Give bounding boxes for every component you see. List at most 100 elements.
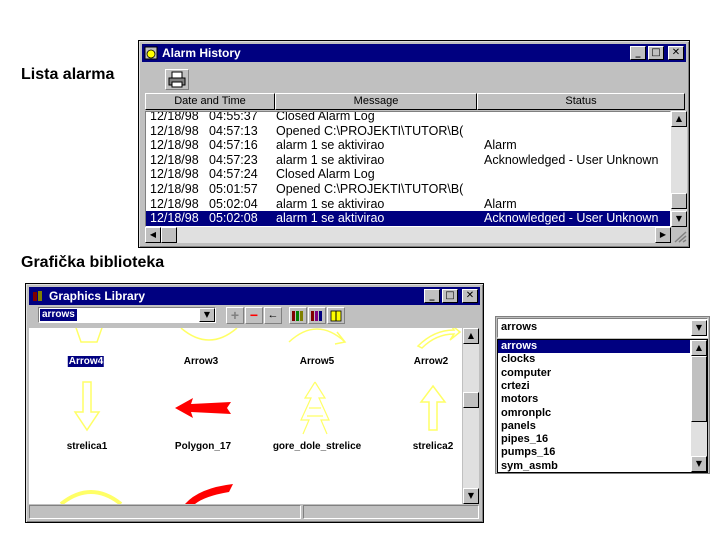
status-pane-left — [29, 505, 301, 519]
alarm-time: 04:57:24 — [209, 167, 258, 182]
scroll-down-button[interactable]: ▼ — [691, 456, 707, 472]
graphic-label-polygon17[interactable]: Polygon_17 — [175, 441, 231, 452]
graphics-library-window: Graphics Library _ □ ✕ arrows ▼ + − ← Ar… — [25, 283, 484, 523]
open-book-button[interactable] — [327, 307, 345, 324]
back-button[interactable]: ← — [264, 307, 282, 324]
arrow3-graphic[interactable] — [179, 328, 239, 348]
alarm-horizontal-scrollbar[interactable]: ◀ ▶ — [145, 227, 671, 243]
category-dropdown[interactable]: arrows ▼ — [38, 307, 216, 323]
alarm-status: Alarm — [484, 196, 517, 211]
list-item[interactable]: arrows — [498, 340, 690, 354]
alarm-message: Closed Alarm Log — [276, 167, 375, 182]
alarm-date: 12/18/98 — [150, 138, 199, 153]
alarm-time: 04:55:37 — [209, 111, 258, 123]
caption-graphics-library: Grafička biblioteka — [21, 254, 165, 271]
graphic-label-arrow5[interactable]: Arrow5 — [300, 356, 334, 367]
chevron-down-icon[interactable]: ▼ — [199, 308, 215, 322]
combo-field[interactable]: arrows ▼ — [497, 318, 708, 338]
graphic-label-arrow2[interactable]: Arrow2 — [414, 356, 448, 367]
column-header-status[interactable]: Status — [477, 93, 685, 110]
combo-value: arrows — [501, 321, 538, 333]
alarm-row[interactable]: 12/18/98 05:01:57 Opened C:\PROJEKTI\TUT… — [146, 182, 670, 197]
scroll-thumb[interactable] — [463, 392, 479, 408]
scroll-left-button[interactable]: ◀ — [145, 227, 161, 243]
alarm-title-bar[interactable]: Alarm History _ □ ✕ — [142, 44, 686, 62]
list-item[interactable]: omronplc — [498, 407, 690, 420]
arrow2-graphic[interactable] — [414, 328, 462, 350]
arrow4-graphic[interactable] — [69, 328, 109, 346]
alarm-row[interactable]: 12/18/98 04:55:37 Closed Alarm Log — [146, 111, 670, 124]
status-pane-right — [303, 505, 479, 519]
scroll-up-button[interactable]: ▲ — [463, 328, 479, 344]
combo-list[interactable]: arrows clocks computer crtezi motors omr… — [497, 339, 708, 473]
list-item[interactable]: crtezi — [498, 380, 690, 393]
minimize-button[interactable]: _ — [424, 289, 440, 303]
alarm-vertical-scrollbar[interactable]: ▲ ▼ — [671, 111, 687, 227]
maximize-button[interactable]: □ — [442, 289, 458, 303]
alarm-row[interactable]: 12/18/98 04:57:16 alarm 1 se aktivirao A… — [146, 138, 670, 153]
polygon17-graphic[interactable] — [173, 398, 233, 418]
list-item[interactable]: pumps_16 — [498, 446, 690, 459]
list-item[interactable]: sym_asmb — [498, 460, 690, 472]
list-item[interactable]: panels — [498, 420, 690, 433]
books-icon — [311, 311, 322, 321]
list-item[interactable]: motors — [498, 393, 690, 406]
graphics-canvas[interactable]: Arrow4 Arrow3 Arrow5 Arrow2 strelica1 Po… — [29, 328, 462, 504]
gore-dole-strelice-graphic[interactable] — [295, 380, 335, 436]
alarm-row[interactable]: 12/18/98 04:57:24 Closed Alarm Log — [146, 167, 670, 182]
scroll-down-button[interactable]: ▼ — [671, 211, 687, 227]
alarm-message: Opened C:\PROJEKTI\TUTOR\B( — [276, 182, 464, 196]
column-header-date-time[interactable]: Date and Time — [145, 93, 275, 110]
arrow5-graphic[interactable] — [287, 328, 347, 348]
graphic-label-arrow3[interactable]: Arrow3 — [184, 356, 218, 367]
resize-grip-icon[interactable] — [671, 229, 687, 243]
category-combo-expanded[interactable]: arrows ▼ arrows clocks computer crtezi m… — [495, 316, 710, 474]
chevron-down-icon[interactable]: ▼ — [691, 320, 707, 336]
graphic-label-strelica2[interactable]: strelica2 — [413, 441, 454, 452]
alarm-time: 05:02:04 — [209, 196, 258, 211]
graphic-label-gore-dole-strelice[interactable]: gore_dole_strelice — [273, 441, 361, 452]
alarm-time: 05:02:08 — [209, 211, 258, 226]
add-button[interactable]: + — [226, 307, 244, 324]
list-item[interactable]: computer — [498, 367, 690, 380]
scroll-thumb[interactable] — [691, 356, 707, 422]
library-button-2[interactable] — [308, 307, 326, 324]
column-header-message[interactable]: Message — [275, 93, 477, 110]
list-item[interactable]: clocks — [498, 353, 690, 366]
printer-icon — [168, 71, 186, 88]
alarm-date: 12/18/98 — [150, 182, 199, 196]
close-button[interactable]: ✕ — [668, 46, 684, 60]
curved-arrow-graphic[interactable] — [59, 484, 123, 504]
category-dropdown-value: arrows — [40, 309, 77, 321]
scroll-thumb-horizontal[interactable] — [161, 227, 177, 243]
scroll-up-button[interactable]: ▲ — [691, 340, 707, 356]
alarm-message: alarm 1 se aktivirao — [276, 152, 385, 167]
list-item[interactable]: pipes_16 — [498, 433, 690, 446]
remove-button[interactable]: − — [245, 307, 263, 324]
scroll-up-button[interactable]: ▲ — [671, 111, 687, 127]
alarm-row-selected[interactable]: 12/18/98 05:02:08 alarm 1 se aktivirao A… — [146, 211, 670, 226]
alarm-row[interactable]: 12/18/98 04:57:23 alarm 1 se aktivirao A… — [146, 152, 670, 168]
scroll-right-button[interactable]: ▶ — [655, 227, 671, 243]
combo-list-scrollbar[interactable]: ▲ ▼ — [691, 340, 707, 472]
alarm-row[interactable]: 12/18/98 05:02:04 alarm 1 se aktivirao A… — [146, 196, 670, 212]
alarm-time: 04:57:13 — [209, 123, 258, 138]
alarm-message: alarm 1 se aktivirao — [276, 211, 385, 226]
maximize-button[interactable]: □ — [648, 46, 664, 60]
strelica1-graphic[interactable] — [73, 380, 101, 432]
scroll-down-button[interactable]: ▼ — [463, 488, 479, 504]
red-curved-graphic[interactable] — [179, 482, 239, 504]
alarm-list[interactable]: 12/18/98 04:55:37 Closed Alarm Log 12/18… — [145, 111, 671, 227]
alarm-row[interactable]: 12/18/98 04:57:13 Opened C:\PROJEKTI\TUT… — [146, 123, 670, 139]
graphics-vertical-scrollbar[interactable]: ▲ ▼ — [463, 328, 479, 504]
scroll-thumb[interactable] — [671, 193, 687, 209]
minimize-button[interactable]: _ — [630, 46, 646, 60]
alarm-date: 12/18/98 — [150, 152, 199, 167]
graphic-label-arrow4[interactable]: Arrow4 — [67, 356, 105, 367]
library-button-1[interactable] — [289, 307, 307, 324]
strelica2-graphic[interactable] — [419, 384, 447, 432]
close-button[interactable]: ✕ — [462, 289, 478, 303]
graphic-label-strelica1[interactable]: strelica1 — [67, 441, 108, 452]
graphics-title-bar[interactable]: Graphics Library _ □ ✕ — [29, 287, 480, 305]
print-button[interactable] — [165, 69, 189, 90]
